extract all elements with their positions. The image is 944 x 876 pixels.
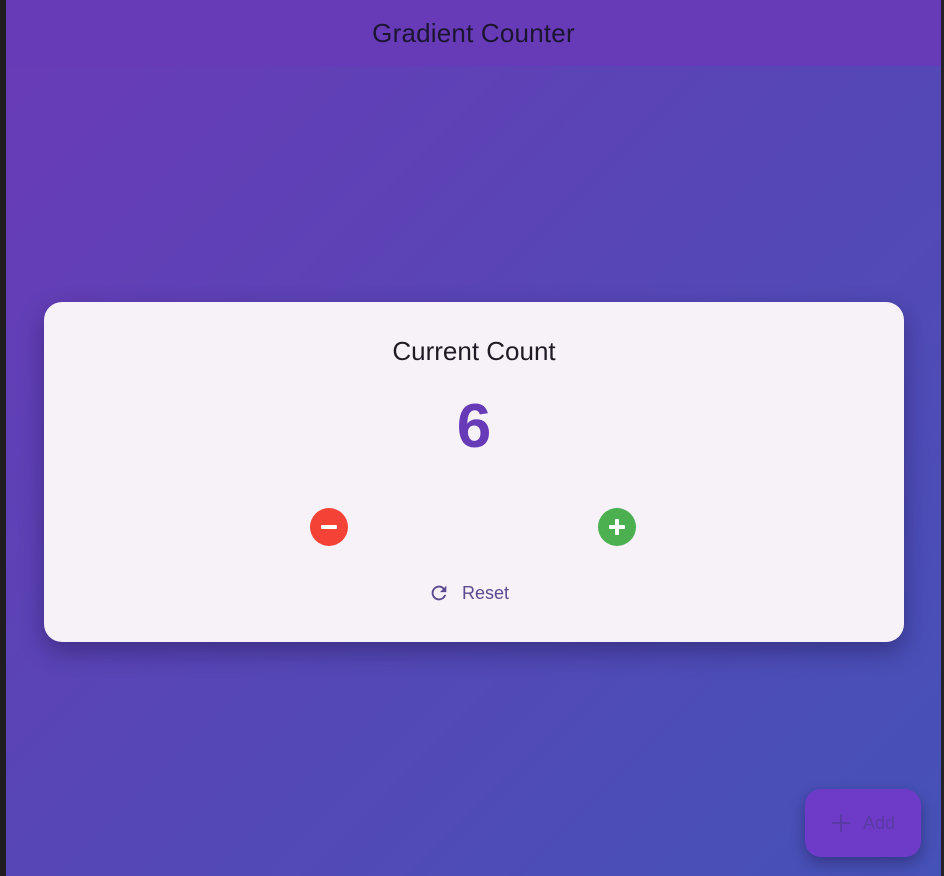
- add-circle-icon: [609, 519, 625, 535]
- reset-button[interactable]: Reset: [428, 578, 520, 608]
- fab-label: Add: [862, 812, 896, 833]
- app-bar-title: Gradient Counter: [372, 17, 575, 48]
- counter-title: Current Count: [392, 336, 556, 366]
- app-window: Gradient Counter Current Count 6 Reset A…: [6, 0, 941, 876]
- plus-icon: [831, 814, 850, 832]
- decrement-button[interactable]: [310, 508, 348, 546]
- reset-label: Reset: [462, 582, 510, 603]
- app-bar: Gradient Counter: [6, 0, 941, 66]
- add-fab[interactable]: Add: [805, 789, 921, 857]
- refresh-icon: [431, 585, 447, 601]
- counter-card: Current Count 6 Reset: [44, 302, 904, 642]
- count-value: 6: [456, 392, 492, 461]
- increment-button[interactable]: [598, 508, 636, 546]
- remove-circle-icon: [321, 525, 337, 529]
